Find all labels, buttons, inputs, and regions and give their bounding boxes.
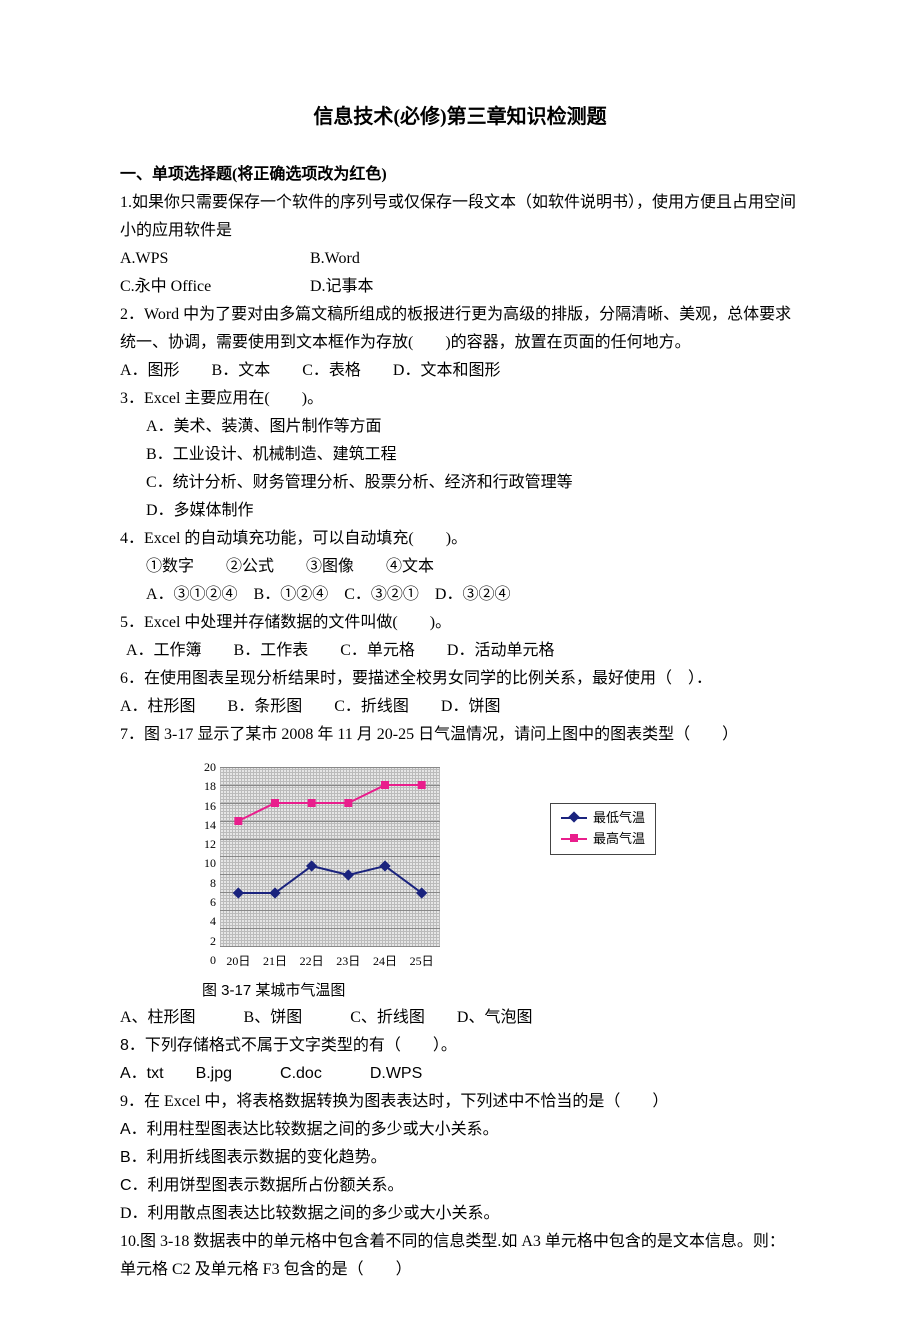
q3-text: 3．Excel 主要应用在( )。: [120, 385, 800, 413]
q2-text: 2．Word 中为了要对由多篇文稿所组成的板报进行更为高级的排版，分隔清晰、美观…: [120, 301, 800, 357]
legend-item: 最低气温: [561, 808, 645, 829]
q6-options: A．柱形图 B．条形图 C．折线图 D．饼图: [120, 693, 800, 721]
chart-plot-area: [220, 767, 440, 947]
q4-text: 4．Excel 的自动填充功能，可以自动填充( )。: [120, 525, 800, 553]
question-2: 2．Word 中为了要对由多篇文稿所组成的板报进行更为高级的排版，分隔清晰、美观…: [120, 301, 800, 385]
legend-item: 最高气温: [561, 829, 645, 850]
question-5: 5．Excel 中处理并存储数据的文件叫做( )。 A．工作簿 B．工作表 C．…: [120, 609, 800, 665]
question-3: 3．Excel 主要应用在( )。 A．美术、装潢、图片制作等方面 B．工业设计…: [120, 385, 800, 525]
question-6: 6．在使用图表呈现分析结果时，要描述全校男女同学的比例关系，最好使用（ ）． A…: [120, 665, 800, 721]
q10-text: 10.图 3-18 数据表中的单元格中包含着不同的信息类型.如 A3 单元格中包…: [120, 1228, 800, 1284]
question-10: 10.图 3-18 数据表中的单元格中包含着不同的信息类型.如 A3 单元格中包…: [120, 1228, 800, 1284]
question-8: 8．下列存储格式不属于文字类型的有（ ）。 A．txt B.jpg C.doc …: [120, 1032, 800, 1088]
section-heading: 一、单项选择题(将正确选项改为红色): [120, 161, 800, 189]
q6-text: 6．在使用图表呈现分析结果时，要描述全校男女同学的比例关系，最好使用（ ）．: [120, 665, 800, 693]
q5-options: A．工作簿 B．工作表 C．单元格 D．活动单元格: [120, 637, 800, 665]
q9-text: 9．在 Excel 中，将表格数据转换为图表表达时，下列述中不恰当的是（ ）: [120, 1088, 800, 1116]
temperature-chart: 20 18 16 14 12 10 8 6 4 2 0: [180, 767, 800, 972]
q7-options: A、柱形图 B、饼图 C、折线图 D、气泡图: [120, 1004, 800, 1032]
q1-opt-a: A.WPS: [120, 245, 310, 273]
q3-opt-a: A．美术、装潢、图片制作等方面: [120, 413, 800, 441]
q9-opt-d: D．利用散点图表达比较数据之间的多少或大小关系。: [120, 1200, 800, 1228]
q3-opt-d: D．多媒体制作: [120, 497, 800, 525]
q3-opt-b: B．工业设计、机械制造、建筑工程: [120, 441, 800, 469]
q9-opt-c: C．利用饼型图表示数据所占份额关系。: [120, 1172, 800, 1200]
q1-opt-d: D.记事本: [310, 273, 374, 301]
chart-legend: 最低气温 最高气温: [550, 803, 656, 855]
question-9: 9．在 Excel 中，将表格数据转换为图表表达时，下列述中不恰当的是（ ） A…: [120, 1088, 800, 1228]
question-1: 1.如果你只需要保存一个软件的序列号或仅保存一段文本（如软件说明书），使用方便且…: [120, 189, 800, 301]
q1-text: 1.如果你只需要保存一个软件的序列号或仅保存一段文本（如软件说明书），使用方便且…: [120, 189, 800, 245]
q4-line1: ①数字 ②公式 ③图像 ④文本: [120, 553, 800, 581]
q2-options: A．图形 B．文本 C．表格 D．文本和图形: [120, 357, 800, 385]
q8-options: A．txt B.jpg C.doc D.WPS: [120, 1060, 800, 1088]
q5-text: 5．Excel 中处理并存储数据的文件叫做( )。: [120, 609, 800, 637]
chart-y-axis: 20 18 16 14 12 10 8 6 4 2 0: [180, 767, 216, 972]
square-icon: [561, 838, 587, 840]
q3-opt-c: C．统计分析、财务管理分析、股票分析、经济和行政管理等: [120, 469, 800, 497]
q1-opt-b: B.Word: [310, 245, 360, 273]
chart-x-axis: 20日 21日 22日 23日 24日 25日: [220, 951, 440, 972]
diamond-icon: [561, 817, 587, 819]
q1-opt-c: C.永中 Office: [120, 273, 310, 301]
q9-opt-a: A．利用柱型图表达比较数据之间的多少或大小关系。: [120, 1116, 800, 1144]
q9-opt-b: B．利用折线图表示数据的变化趋势。: [120, 1144, 800, 1172]
q7-text: 7．图 3-17 显示了某市 2008 年 11 月 20-25 日气温情况，请…: [120, 721, 800, 749]
chart-svg: [220, 767, 440, 947]
chart-caption: 图 3-17 某城市气温图: [202, 978, 800, 1004]
q4-line2: A．③①②④ B．①②④ C．③②① D．③②④: [120, 581, 800, 609]
q8-text: 8．下列存储格式不属于文字类型的有（ ）。: [120, 1032, 800, 1060]
question-7: 7．图 3-17 显示了某市 2008 年 11 月 20-25 日气温情况，请…: [120, 721, 800, 1032]
question-4: 4．Excel 的自动填充功能，可以自动填充( )。 ①数字 ②公式 ③图像 ④…: [120, 525, 800, 609]
page-title: 信息技术(必修)第三章知识检测题: [120, 100, 800, 135]
